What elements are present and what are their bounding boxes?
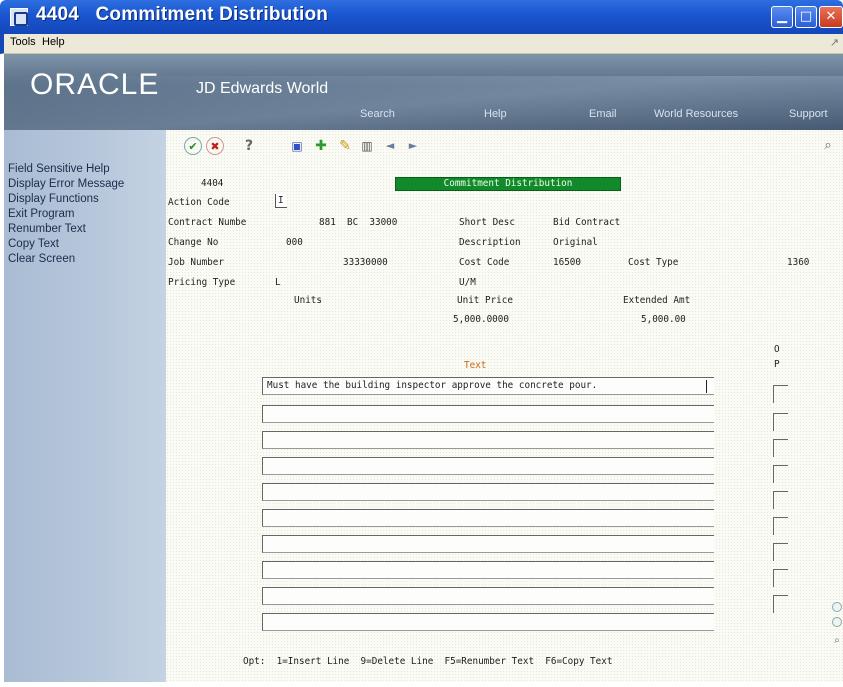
next-page-icon[interactable]: ► <box>404 137 422 155</box>
pricing-type-value: L <box>275 277 281 288</box>
cost-type-label: Cost Type <box>628 257 679 268</box>
title-bar: 4404 Commitment Distribution ▁ □ ✕ <box>0 0 843 34</box>
app-icon[interactable] <box>10 8 28 26</box>
help-icon[interactable]: ? <box>240 137 258 155</box>
op-field-7[interactable] <box>773 543 788 561</box>
zoom-icon[interactable]: ⌕ <box>819 137 837 155</box>
menu-help[interactable]: Help <box>42 36 65 48</box>
cost-code-value: 16500 <box>553 257 581 268</box>
text-column-header: Text <box>464 360 487 371</box>
sidebar-item-renumber-text[interactable]: Renumber Text <box>8 223 86 235</box>
op-field-5[interactable] <box>773 491 788 509</box>
sidebar-item-field-sensitive-help[interactable]: Field Sensitive Help <box>8 163 110 175</box>
banner-link-support[interactable]: Support <box>789 108 828 120</box>
text-line-4[interactable] <box>262 457 714 475</box>
description-value: Original <box>553 237 598 248</box>
function-sidebar: Field Sensitive Help Display Error Messa… <box>4 130 166 682</box>
um-label: U/M <box>459 277 476 288</box>
text-line-6[interactable] <box>262 509 714 527</box>
extended-amt-value: 5,000.00 <box>641 314 686 325</box>
op-field-6[interactable] <box>773 517 788 535</box>
op-header-line1: O <box>774 344 780 355</box>
text-line-10[interactable] <box>262 613 714 631</box>
search-icon[interactable]: ⌕ <box>832 636 842 647</box>
close-button[interactable]: ✕ <box>819 6 843 28</box>
change-icon[interactable]: ✎ <box>336 137 354 155</box>
window-title: 4404 Commitment Distribution <box>36 4 328 26</box>
op-field-3[interactable] <box>773 439 788 457</box>
unit-price-label: Unit Price <box>457 295 513 306</box>
change-no-label: Change No <box>168 237 219 248</box>
text-line-9[interactable] <box>262 587 714 605</box>
delete-icon[interactable]: ▥ <box>358 137 376 155</box>
op-field-8[interactable] <box>773 569 788 587</box>
text-cursor <box>706 380 707 393</box>
cost-code-label: Cost Code <box>459 257 510 268</box>
find-icon[interactable]: ▣ <box>288 137 306 155</box>
banner-link-search[interactable]: Search <box>360 108 395 120</box>
function-key-legend: Opt: 1=Insert Line 9=Delete Line F5=Renu… <box>243 656 613 667</box>
jde-world-logo: JD Edwards World <box>196 80 329 97</box>
minimize-button[interactable]: ▁ <box>771 6 793 28</box>
form-id: 4404 <box>201 178 224 189</box>
sidebar-item-display-functions[interactable]: Display Functions <box>8 193 99 205</box>
op-header-line2: P <box>774 359 780 370</box>
pricing-type-label: Pricing Type <box>168 277 236 288</box>
contract-number-value: 881 BC 33000 <box>319 217 398 228</box>
banner-link-email[interactable]: Email <box>589 108 617 120</box>
short-desc-value: Bid Contract <box>553 217 621 228</box>
window-form-number: 4404 <box>36 4 80 25</box>
add-icon[interactable]: ✚ <box>312 137 330 155</box>
cost-type-value: 1360 <box>787 257 810 268</box>
sidebar-item-clear-screen[interactable]: Clear Screen <box>8 253 75 265</box>
action-code-label: Action Code <box>168 197 230 208</box>
window-title-text: Commitment Distribution <box>95 4 329 25</box>
text-line-8[interactable] <box>262 561 714 579</box>
op-field-9[interactable] <box>773 595 788 613</box>
scroll-up-icon[interactable] <box>832 602 842 612</box>
oracle-banner: ORACLE JD Edwards World Search Help Emai… <box>4 54 843 130</box>
banner-link-world-resources[interactable]: World Resources <box>654 108 738 120</box>
text-line-5[interactable] <box>262 483 714 501</box>
text-line-7[interactable] <box>262 535 714 553</box>
unit-price-value: 5,000.0000 <box>453 314 509 325</box>
sidebar-item-display-error-message[interactable]: Display Error Message <box>8 178 124 190</box>
text-line-value: Must have the building inspector approve… <box>267 380 598 391</box>
form-title-box: Commitment Distribution <box>395 177 621 191</box>
scroll-down-icon[interactable] <box>832 617 842 627</box>
restore-icon[interactable]: ↗ <box>830 36 839 49</box>
units-label: Units <box>294 295 322 306</box>
short-desc-label: Short Desc <box>459 217 515 228</box>
action-code-value: I <box>278 195 284 206</box>
main-form: ✔ ✖ ? ▣ ✚ ✎ ▥ ◄ ► ⌕ 4404 Commitment Dist… <box>166 130 843 682</box>
text-line-2[interactable] <box>262 405 714 423</box>
op-field-4[interactable] <box>773 465 788 483</box>
text-line-1[interactable]: Must have the building inspector approve… <box>262 377 714 395</box>
contract-number-label: Contract Numbe <box>168 217 247 228</box>
action-code-field[interactable]: I <box>275 194 287 208</box>
menu-bar: Tools Help ↗ <box>0 34 843 54</box>
menu-tools[interactable]: Tools <box>10 36 36 48</box>
banner-link-help[interactable]: Help <box>484 108 507 120</box>
op-field-1[interactable] <box>773 385 788 403</box>
cancel-icon[interactable]: ✖ <box>206 137 224 155</box>
maximize-button[interactable]: □ <box>795 6 817 28</box>
description-label: Description <box>459 237 521 248</box>
text-line-3[interactable] <box>262 431 714 449</box>
sidebar-item-copy-text[interactable]: Copy Text <box>8 238 59 250</box>
extended-amt-label: Extended Amt <box>623 295 691 306</box>
op-field-2[interactable] <box>773 413 788 431</box>
ok-icon[interactable]: ✔ <box>184 137 202 155</box>
oracle-logo: ORACLE <box>30 68 160 101</box>
sidebar-item-exit-program[interactable]: Exit Program <box>8 208 74 220</box>
job-number-value: 33330000 <box>343 257 388 268</box>
previous-page-icon[interactable]: ◄ <box>381 137 399 155</box>
job-number-label: Job Number <box>168 257 224 268</box>
change-no-value: 000 <box>286 237 303 248</box>
